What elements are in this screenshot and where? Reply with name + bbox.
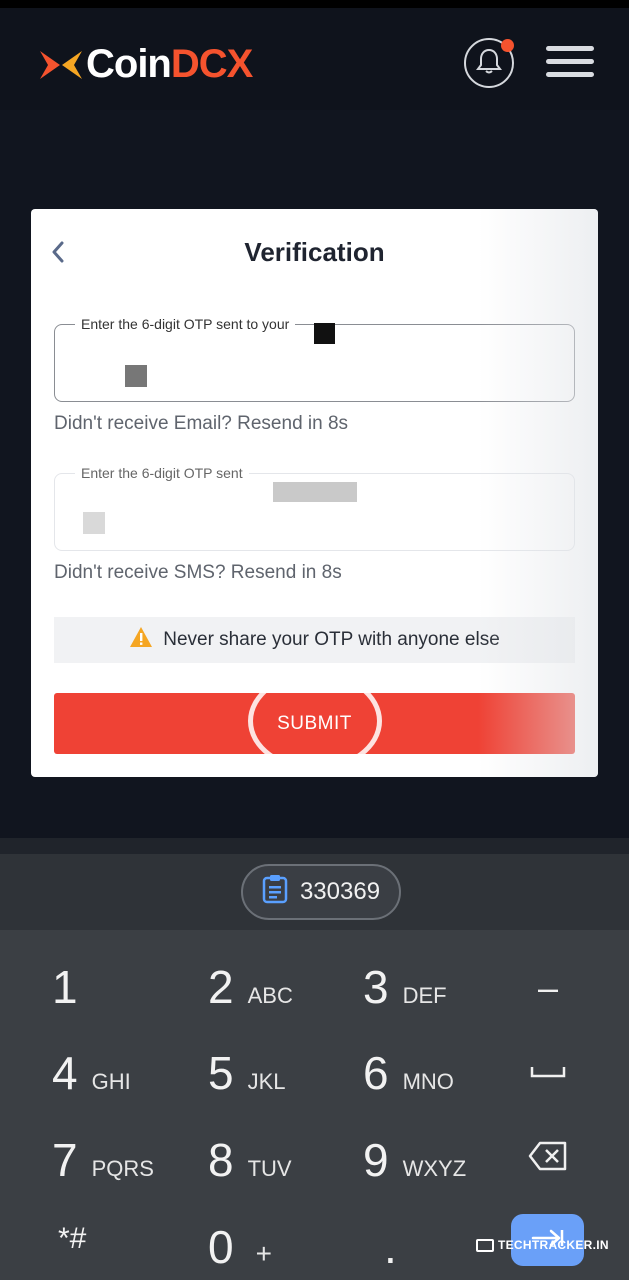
- notification-badge-dot: [501, 39, 514, 52]
- key-1[interactable]: 1: [52, 960, 92, 1014]
- key-9[interactable]: 9 WXYZ: [363, 1133, 466, 1187]
- menu-line: [546, 72, 594, 77]
- key-letters: +: [255, 1238, 272, 1269]
- key-digit: 0: [208, 1221, 234, 1273]
- verification-dialog: Verification Enter the 6-digit OTP sent …: [31, 209, 598, 777]
- key-digit: .: [384, 1221, 397, 1273]
- key-digit: 3: [363, 961, 389, 1013]
- dialog-title: Verification: [244, 237, 385, 267]
- key-5[interactable]: 5 JKL: [208, 1046, 286, 1100]
- logo-wordmark: CoinDCX: [86, 42, 253, 87]
- menu-line: [546, 46, 594, 51]
- key-letters: TUV: [247, 1156, 292, 1181]
- key-2[interactable]: 2 ABC: [208, 960, 293, 1014]
- key-digit: 5: [208, 1047, 234, 1099]
- keyboard-top-strip: [0, 838, 629, 854]
- app-header: CoinDCX: [0, 0, 629, 110]
- suggestion-text: 330369: [299, 878, 381, 905]
- techtracker-watermark: TECHTRACKER.IN: [476, 1238, 609, 1252]
- sms-otp-field[interactable]: Enter the 6-digit OTP sent: [54, 465, 575, 551]
- email-otp-label: Enter the 6-digit OTP sent to your: [75, 316, 296, 332]
- logo-text-dcx: DCX: [170, 42, 253, 86]
- key-space[interactable]: [510, 1052, 586, 1096]
- key-letters: DEF: [402, 983, 447, 1008]
- key-digit: *#: [58, 1222, 87, 1255]
- key-4[interactable]: 4 GHI: [52, 1046, 131, 1100]
- suggestion-bar: 330369: [0, 854, 629, 930]
- key-digit: 4: [52, 1047, 78, 1099]
- sms-otp-label: Enter the 6-digit OTP sent: [75, 465, 249, 481]
- watermark-logo-icon: [476, 1238, 494, 1252]
- hamburger-menu-button[interactable]: [546, 46, 594, 82]
- redacted-email: [314, 323, 335, 344]
- watermark-text: TECHTRACKER.IN: [498, 1238, 609, 1252]
- redacted-sms-otp-value: [83, 512, 105, 534]
- key-digit: 9: [363, 1134, 389, 1186]
- submit-button[interactable]: SUBMIT: [54, 693, 575, 754]
- key-0[interactable]: 0 +: [208, 1220, 272, 1274]
- key-6[interactable]: 6 MNO: [363, 1046, 454, 1100]
- coindcx-logo-mark-icon: [38, 47, 84, 83]
- key-letters: WXYZ: [402, 1156, 467, 1181]
- key-digit: 7: [52, 1134, 78, 1186]
- key-star-hash[interactable]: *#: [58, 1222, 86, 1256]
- space-icon: [530, 1065, 566, 1084]
- clipboard-icon: [262, 874, 300, 911]
- key-letters: MNO: [402, 1069, 454, 1094]
- logo-text-coin: Coin: [86, 42, 172, 86]
- warning-triangle-icon: [129, 626, 153, 654]
- key-minus[interactable]: –: [510, 966, 586, 1010]
- key-digit: 1: [52, 961, 78, 1013]
- security-warning: Never share your OTP with anyone else: [54, 617, 575, 663]
- key-digit: 6: [363, 1047, 389, 1099]
- email-resend-text: Didn't receive Email? Resend in 8s: [54, 413, 349, 434]
- redacted-otp-value: [125, 365, 147, 387]
- key-letters: GHI: [91, 1069, 131, 1094]
- key-backspace[interactable]: [510, 1136, 586, 1180]
- menu-line: [546, 59, 594, 64]
- key-3[interactable]: 3 DEF: [363, 960, 447, 1014]
- key-letters: ABC: [247, 983, 293, 1008]
- bell-icon: [476, 47, 502, 80]
- key-7[interactable]: 7 PQRS: [52, 1133, 154, 1187]
- redacted-phone: [273, 482, 357, 502]
- key-digit: 2: [208, 961, 234, 1013]
- key-digit: 8: [208, 1134, 234, 1186]
- sms-resend-text: Didn't receive SMS? Resend in 8s: [54, 562, 342, 583]
- key-letters: PQRS: [91, 1156, 154, 1181]
- key-letters: JKL: [247, 1069, 286, 1094]
- warning-text: Never share your OTP with anyone else: [163, 629, 500, 650]
- key-period[interactable]: .: [384, 1220, 397, 1274]
- notifications-button[interactable]: [464, 38, 514, 88]
- coindcx-logo[interactable]: CoinDCX: [38, 42, 253, 87]
- email-otp-field[interactable]: Enter the 6-digit OTP sent to your: [54, 316, 575, 402]
- otp-suggestion-chip[interactable]: 330369: [241, 864, 401, 920]
- key-8[interactable]: 8 TUV: [208, 1133, 292, 1187]
- backspace-icon: [528, 1141, 568, 1176]
